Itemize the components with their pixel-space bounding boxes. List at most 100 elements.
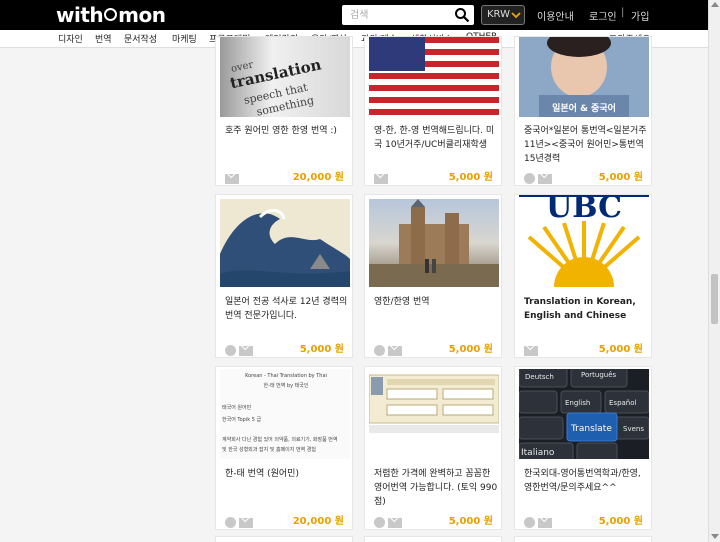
key-deutsch: Deutsch bbox=[525, 373, 554, 381]
card-image: 일본어 & 중국어 bbox=[519, 37, 649, 117]
card-image bbox=[369, 373, 499, 443]
us-flag-canton bbox=[369, 37, 425, 71]
ubc-logo-image: UBC bbox=[519, 195, 649, 287]
mail-icon[interactable] bbox=[239, 345, 253, 356]
card-title[interactable]: 호주 원어민 영한 한영 번역 :) bbox=[225, 124, 349, 138]
key-portugues: Português bbox=[581, 371, 617, 379]
withmon-logo[interactable]: with mon bbox=[56, 3, 166, 27]
category-design[interactable]: 디자인 bbox=[58, 32, 83, 45]
thai-line-5: 계약회사 다닌 경험 있어 의약품, 의료기기, 화장품 번역 bbox=[222, 437, 338, 443]
card-price: 5,000 원 bbox=[598, 344, 643, 355]
scroll-thumb[interactable] bbox=[711, 274, 718, 324]
service-card[interactable]: 저렴한 가격에 완벽하고 꼼꼼한 영어번역 가능합니다. (토익 990점) 5… bbox=[364, 366, 502, 530]
mail-icon[interactable] bbox=[538, 517, 552, 528]
category-translation[interactable]: 번역 bbox=[95, 32, 112, 45]
vertical-scrollbar[interactable] bbox=[708, 0, 720, 542]
card-contact-icons bbox=[374, 512, 402, 528]
card-price: 5,000 원 bbox=[448, 172, 493, 183]
key-translate: Translate bbox=[570, 424, 612, 434]
card-image: UBC bbox=[519, 195, 649, 287]
key-espanol: Español bbox=[609, 399, 637, 407]
phone-icon[interactable] bbox=[374, 345, 385, 356]
service-card[interactable] bbox=[215, 536, 353, 542]
card-price: 5,000 원 bbox=[448, 344, 493, 355]
phone-icon[interactable] bbox=[225, 517, 236, 528]
service-card[interactable] bbox=[514, 536, 652, 542]
card-image bbox=[369, 37, 499, 117]
login-link[interactable]: 로그인 bbox=[589, 8, 617, 23]
card-contact-icons bbox=[374, 168, 388, 184]
thai-line-6: 및 한국 성형외과 잡지 및 홈페이지 번역 경험 bbox=[222, 447, 316, 453]
key-italiano: Italiano bbox=[521, 448, 555, 458]
card-title[interactable]: 한-태 번역 (원어민) bbox=[225, 467, 349, 481]
card-image: Português English Español Italiano Svens… bbox=[519, 369, 649, 459]
thai-line-2: 한-태 번역 by 태국인 bbox=[263, 383, 309, 389]
card-contact-icons bbox=[524, 168, 552, 184]
top-navigation-bar: withmon KRW 이용안내 로그인 | 가입 bbox=[0, 0, 708, 30]
card-title[interactable]: 저렴한 가격에 완벽하고 꼼꼼한 영어번역 가능합니다. (토익 990점) bbox=[374, 467, 498, 509]
portrait-caption: 일본어 & 중국어 bbox=[552, 104, 616, 114]
category-marketing[interactable]: 마케팅 bbox=[172, 32, 197, 45]
thai-line-3: 태국어 원어민 bbox=[222, 405, 252, 411]
card-title[interactable]: 영한/한영 번역 bbox=[374, 295, 498, 309]
mail-icon[interactable] bbox=[538, 173, 552, 184]
mail-icon[interactable] bbox=[374, 173, 388, 184]
ubc-logo-text: UBC bbox=[546, 195, 622, 225]
card-title[interactable]: Translation in Korean, English and Chine… bbox=[524, 295, 648, 323]
card-title[interactable]: 영-한, 한-영 번역해드립니다. 미국 10년거주/UC버클리재학생 bbox=[374, 124, 498, 152]
card-image bbox=[369, 199, 499, 287]
currency-value: KRW bbox=[487, 9, 510, 20]
service-card[interactable] bbox=[364, 536, 502, 542]
search-icon[interactable] bbox=[454, 7, 470, 23]
mail-icon[interactable] bbox=[388, 345, 402, 356]
great-wave-painting-image bbox=[220, 209, 350, 287]
card-title[interactable]: 중국어*일본어 통번역<일본거주 11년><중국어 원어민>통번역15년경력 bbox=[524, 124, 648, 166]
card-price: 5,000 원 bbox=[598, 516, 643, 527]
link-separator: | bbox=[621, 7, 625, 18]
guide-link[interactable]: 이용안내 bbox=[537, 8, 574, 23]
phone-icon[interactable] bbox=[225, 345, 236, 356]
phone-icon[interactable] bbox=[524, 517, 535, 528]
card-contact-icons bbox=[225, 340, 253, 356]
card-price: 20,000 원 bbox=[292, 516, 344, 527]
thai-line-4: 한국어 Topik 5 급 bbox=[222, 417, 262, 423]
category-document[interactable]: 문서작성 bbox=[124, 32, 157, 45]
mail-icon[interactable] bbox=[225, 173, 239, 184]
card-price: 5,000 원 bbox=[299, 344, 344, 355]
translation-dictionary-image: translation speech that something over bbox=[228, 55, 323, 117]
join-link[interactable]: 가입 bbox=[631, 8, 649, 23]
service-card[interactable]: Português English Español Italiano Svens… bbox=[514, 366, 652, 530]
logo-ring-icon bbox=[104, 8, 118, 21]
card-price: 5,000 원 bbox=[448, 516, 493, 527]
search-input[interactable] bbox=[342, 5, 454, 25]
phone-icon[interactable] bbox=[374, 517, 385, 528]
card-image bbox=[220, 199, 350, 287]
card-image: Korean - Thai Translation by Thai 한-태 번역… bbox=[220, 369, 350, 459]
card-title[interactable]: 한국외대-영어통번역학과/한영,영한번역/문의주세요^^ bbox=[524, 467, 648, 495]
scroll-up-arrow-icon[interactable] bbox=[711, 2, 719, 7]
translate-keyboard-image: Português English Español Italiano Svens… bbox=[519, 369, 649, 459]
service-card[interactable]: UBC Translation in Korean, English and C… bbox=[514, 194, 652, 358]
currency-select[interactable]: KRW bbox=[481, 5, 525, 25]
key-svenska: Svens bbox=[623, 425, 644, 433]
card-image: translation speech that something over bbox=[220, 37, 350, 117]
card-title[interactable]: 일본어 전공 석사로 12년 경력의 번역 전문가입니다. bbox=[225, 295, 349, 323]
mail-icon[interactable] bbox=[388, 517, 402, 528]
service-card[interactable]: 일본어 전공 석사로 12년 경력의 번역 전문가입니다. 5,000 원 bbox=[215, 194, 353, 358]
thai-line-1: Korean - Thai Translation by Thai bbox=[245, 373, 327, 379]
card-price: 20,000 원 bbox=[292, 172, 344, 183]
service-card[interactable]: 일본어 & 중국어 중국어*일본어 통번역<일본거주 11년><중국어 원어민>… bbox=[514, 36, 652, 186]
phone-icon[interactable] bbox=[524, 173, 535, 184]
church-photo-image bbox=[369, 199, 499, 287]
mail-icon[interactable] bbox=[239, 517, 253, 528]
card-contact-icons bbox=[374, 340, 402, 356]
card-contact-icons bbox=[524, 512, 552, 528]
toeic-score-image bbox=[369, 374, 499, 433]
service-card[interactable]: 영-한, 한-영 번역해드립니다. 미국 10년거주/UC버클리재학생 5,00… bbox=[364, 36, 502, 186]
mail-icon[interactable] bbox=[524, 345, 538, 356]
service-card[interactable]: translation speech that something over 호… bbox=[215, 36, 353, 186]
service-card[interactable]: 영한/한영 번역 5,000 원 bbox=[364, 194, 502, 358]
scroll-down-arrow-icon[interactable] bbox=[711, 534, 719, 539]
key-english: English bbox=[565, 399, 590, 407]
service-card[interactable]: Korean - Thai Translation by Thai 한-태 번역… bbox=[215, 366, 353, 530]
